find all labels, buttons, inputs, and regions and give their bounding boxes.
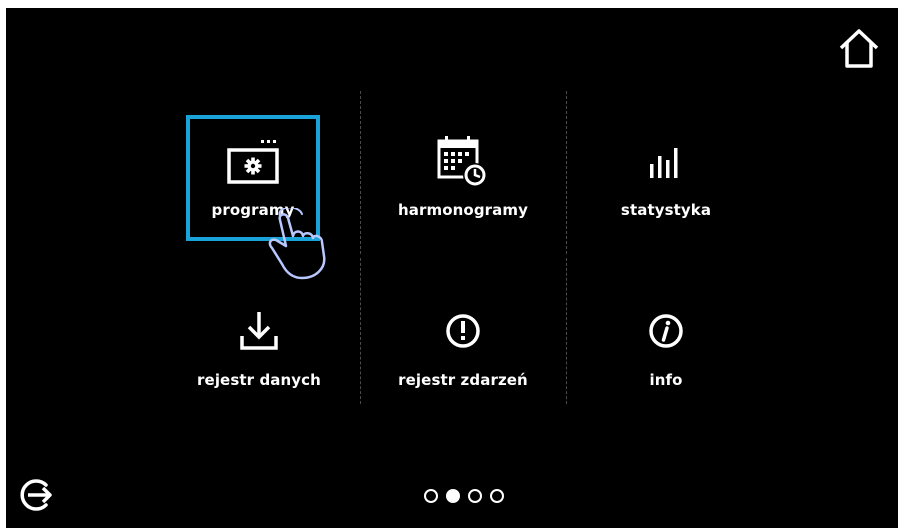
bar-chart-icon <box>636 131 696 191</box>
tile-programy[interactable]: programy <box>186 115 320 241</box>
home-button[interactable] <box>834 22 884 74</box>
tile-label: info <box>649 371 683 389</box>
calendar-clock-icon <box>433 131 493 191</box>
separator <box>360 91 361 254</box>
separator <box>566 258 567 404</box>
page-dot-2[interactable] <box>446 489 460 503</box>
tile-label: rejestr danych <box>197 371 321 389</box>
exclamation-circle-icon <box>433 301 493 361</box>
tile-label: statystyka <box>620 201 712 219</box>
tile-label: programy <box>211 201 295 219</box>
tile-rejestr-zdarzen[interactable]: rejestr zdarzeń <box>396 285 530 411</box>
tile-label: harmonogramy <box>398 201 528 219</box>
tile-statystyka[interactable]: statystyka <box>599 115 733 241</box>
separator <box>360 258 361 404</box>
exit-button[interactable] <box>16 474 58 516</box>
separator <box>566 91 567 254</box>
device-screen: programy harmonogramy statystyka rejestr… <box>6 8 898 528</box>
page-dot-1[interactable] <box>424 489 438 503</box>
home-icon <box>839 29 879 68</box>
info-circle-icon <box>636 301 696 361</box>
exit-icon <box>20 479 52 511</box>
download-icon <box>229 301 289 361</box>
page-indicator <box>424 489 504 503</box>
tile-rejestr-danych[interactable]: rejestr danych <box>192 285 326 411</box>
tile-info[interactable]: info <box>599 285 733 411</box>
tile-label: rejestr zdarzeń <box>398 371 528 389</box>
page-dot-4[interactable] <box>490 489 504 503</box>
program-settings-icon <box>223 131 283 191</box>
tile-harmonogramy[interactable]: harmonogramy <box>396 115 530 241</box>
page-dot-3[interactable] <box>468 489 482 503</box>
